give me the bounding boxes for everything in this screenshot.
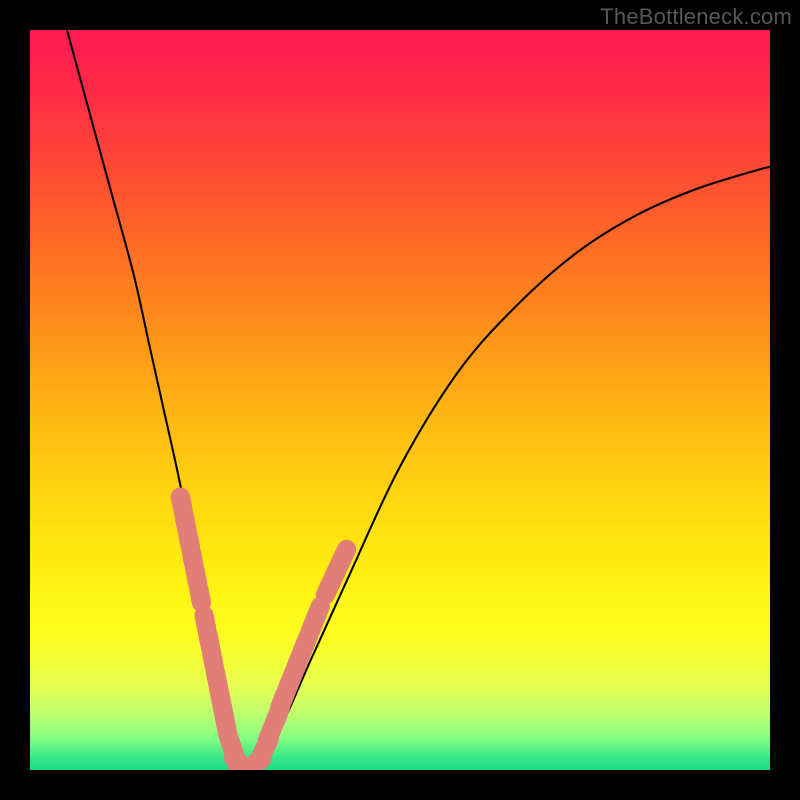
chart-frame: TheBottleneck.com — [0, 0, 800, 800]
overlay-dot — [341, 549, 347, 561]
watermark-text: TheBottleneck.com — [600, 4, 792, 30]
bottleneck-curve — [67, 30, 770, 770]
overlay-dot — [315, 606, 320, 618]
plot-area — [30, 30, 770, 770]
curve-layer — [30, 30, 770, 770]
overlay-dot — [199, 590, 202, 603]
